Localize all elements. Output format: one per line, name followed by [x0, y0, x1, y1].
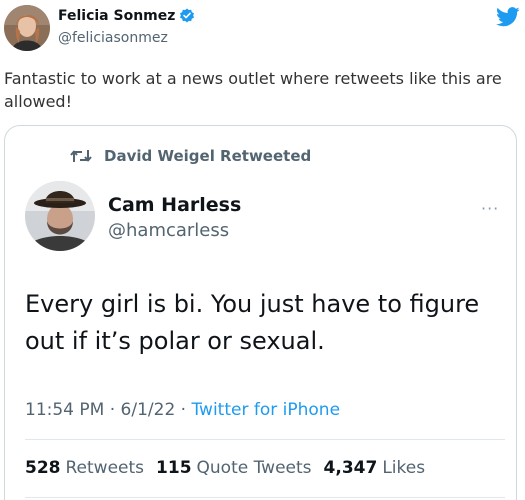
retweet-icon	[70, 148, 92, 164]
embedded-author-name[interactable]: Cam Harless	[108, 194, 241, 216]
engagement-stats: 528 Retweets 115 Quote Tweets 4,347 Likes	[25, 458, 437, 478]
quote-tweets-count: 115	[156, 458, 192, 478]
embedded-author-avatar[interactable]	[25, 181, 95, 251]
divider	[25, 439, 505, 440]
more-options-icon[interactable]: ···	[481, 199, 499, 218]
embedded-author-handle[interactable]: @hamcarless	[108, 220, 229, 241]
retweets-count: 528	[25, 458, 61, 478]
retweeted-by-row[interactable]: David Weigel Retweeted	[70, 147, 311, 165]
author-avatar[interactable]	[4, 5, 50, 51]
tweet-time[interactable]: 11:54 PM	[25, 400, 104, 420]
retweets-stat[interactable]: 528 Retweets	[25, 458, 144, 478]
tweet-metadata: 11:54 PM · 6/1/22 · Twitter for iPhone	[25, 400, 340, 420]
retweets-label: Retweets	[65, 458, 145, 478]
quote-tweets-stat[interactable]: 115 Quote Tweets	[156, 458, 312, 478]
quote-tweets-label: Quote Tweets	[196, 458, 312, 478]
meta-separator: ·	[104, 400, 121, 420]
likes-stat[interactable]: 4,347 Likes	[324, 458, 426, 478]
retweeted-by-label[interactable]: David Weigel Retweeted	[104, 147, 311, 165]
embedded-tweet-text: Every girl is bi. You just have to figur…	[25, 290, 480, 355]
divider	[25, 497, 505, 498]
author-name-text[interactable]: Felicia Sonmez	[58, 8, 175, 24]
author-handle[interactable]: @feliciasonmez	[58, 30, 168, 46]
twitter-bird-icon[interactable]	[496, 7, 520, 27]
likes-count: 4,347	[323, 458, 378, 478]
tweet-source-link[interactable]: Twitter for iPhone	[191, 400, 340, 420]
author-name[interactable]: Felicia Sonmez	[58, 8, 195, 24]
tweet-date[interactable]: 6/1/22	[121, 400, 176, 420]
verified-badge-icon	[179, 8, 195, 24]
tweet-text: Fantastic to work at a news outlet where…	[4, 69, 502, 111]
meta-separator: ·	[175, 400, 192, 420]
likes-label: Likes	[382, 458, 426, 478]
